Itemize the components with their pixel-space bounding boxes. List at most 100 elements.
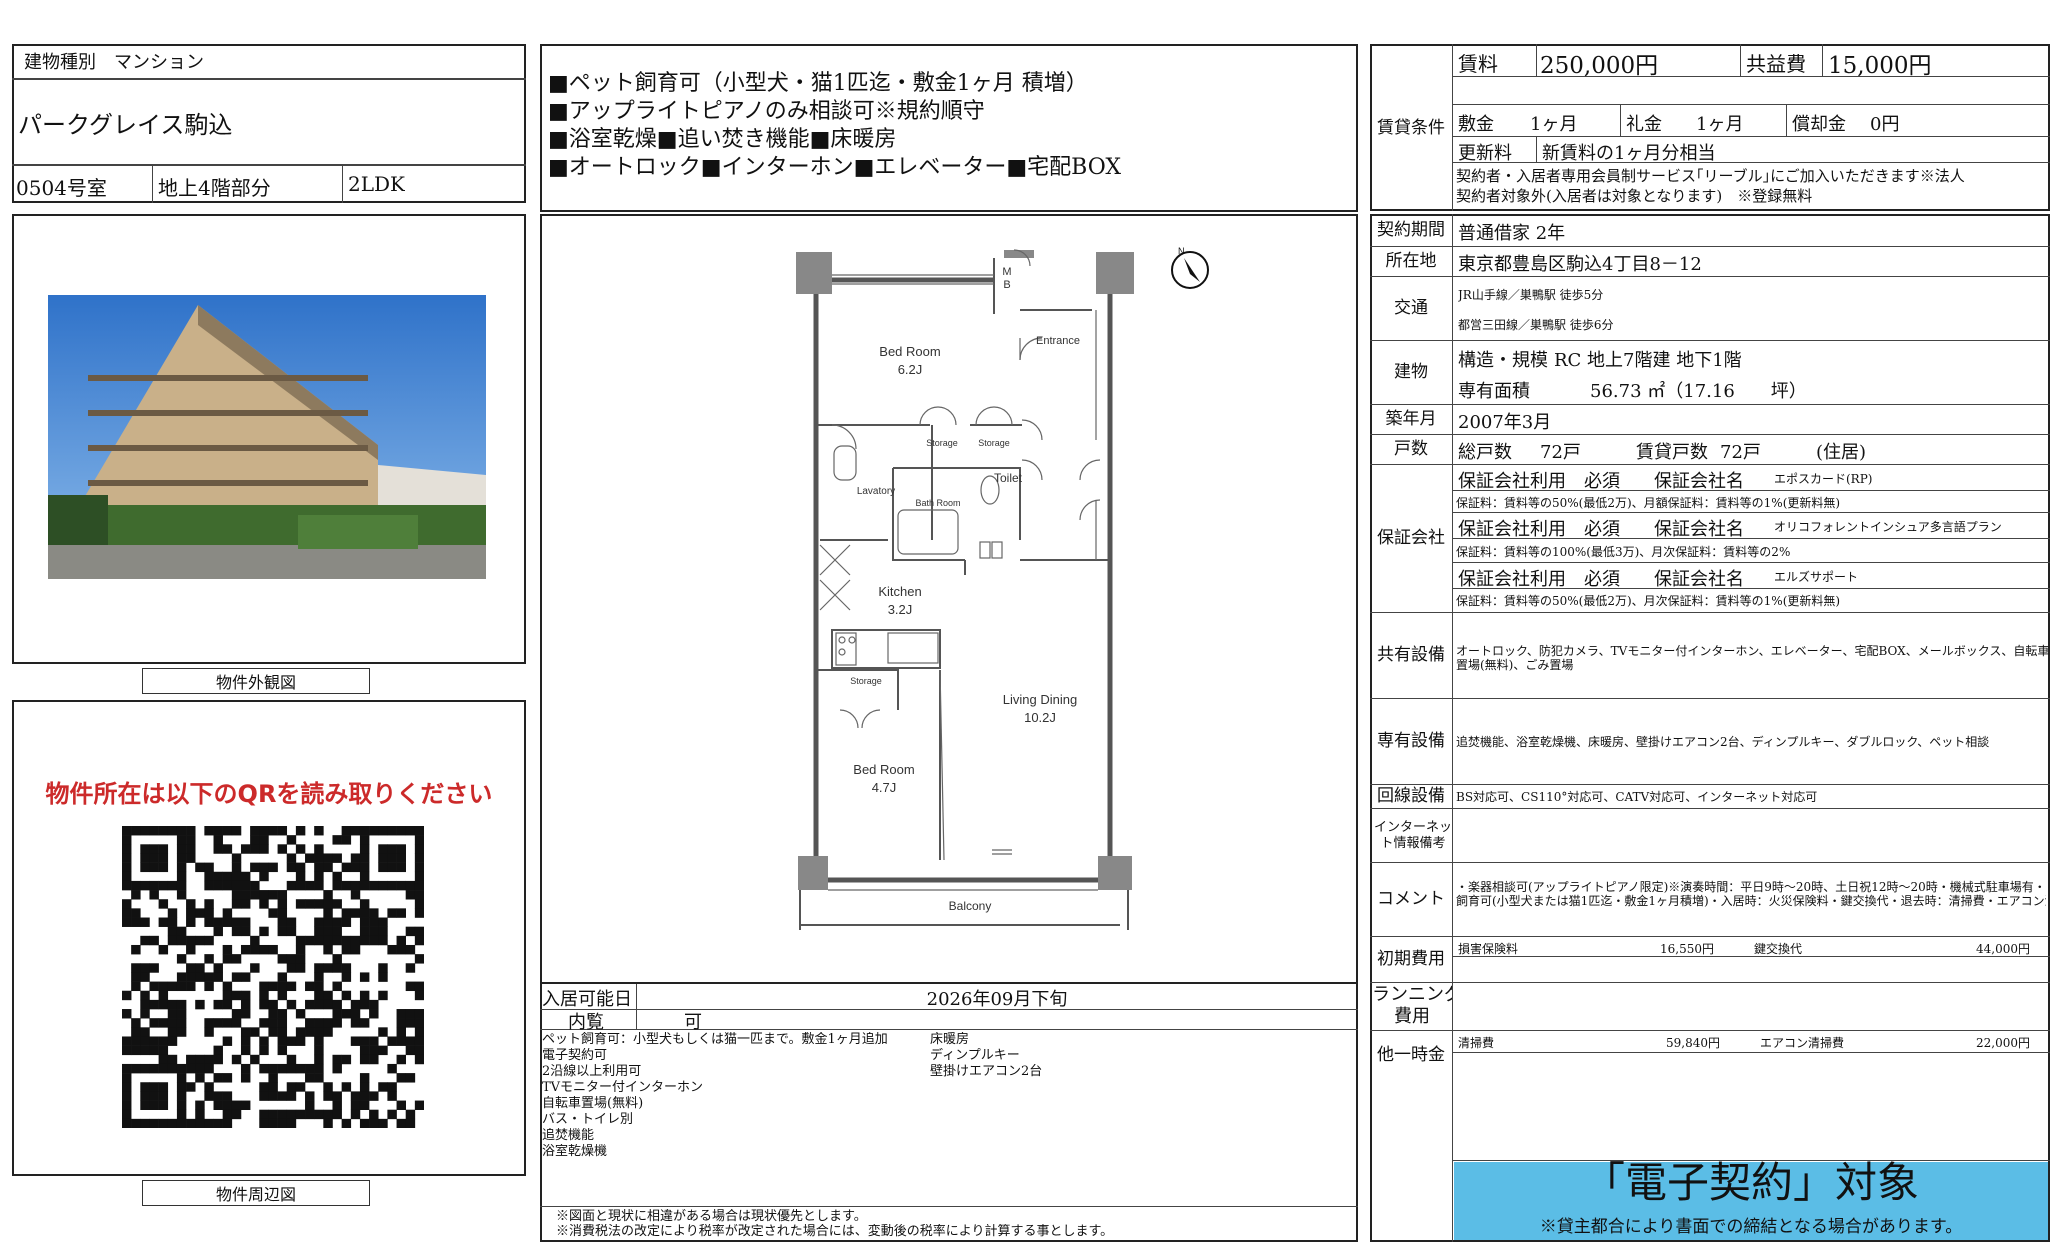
disclaimer-2: ※消費税法の改定により税率が改定された場合には、変動後の税率により計算する事とし… <box>556 1224 1114 1239</box>
initial-cost-label: 初期費用 <box>1377 949 1445 969</box>
property-name: パークグレイス駒込 <box>18 111 233 139</box>
room-label-kitchen: Kitchen <box>878 584 921 599</box>
room-size-ld: 10.2J <box>1024 710 1056 725</box>
notes-left: ペット飼育可：小型犬もしくは猫一匹まで。敷金1ヶ月追加 電子契約可 2沿線以上利… <box>542 1032 888 1160</box>
area-label: 専有面積 <box>1458 381 1530 402</box>
feature-line: ■アップライトピアノのみ相談可※規約順守 <box>548 99 985 124</box>
e-contract-title: 「電子契約」対象 <box>1582 1158 1919 1207</box>
built-value: 2007年3月 <box>1458 412 1552 433</box>
area-value: 56.73 ㎡（17.16 坪） <box>1590 381 1807 402</box>
note-item: TVモニター付インターホン <box>542 1080 704 1095</box>
exterior-caption: 物件外観図 <box>142 668 370 694</box>
qr-code[interactable] <box>122 826 425 1129</box>
rent-value: 250,000円 <box>1540 53 1659 79</box>
guarantee-fee-2: 保証料：賃料等の100%(最低3万)、月次保証料：賃料等の2% <box>1456 545 1791 559</box>
comment-line-2: 飼育可(小型犬または猫1匹迄・敷金1ヶ月積増)・入居時：火災保険料・鍵交換代・退… <box>1456 894 2046 908</box>
comment-label: コメント <box>1377 889 1445 909</box>
total-units-value: 72戸 <box>1540 442 1581 463</box>
other-value-2: 22,000円 <box>1976 1036 2030 1050</box>
exterior-photo <box>48 295 486 579</box>
floorplan: Bed Room 6.2J M B Entrance Storage Stora… <box>780 240 1160 960</box>
disclaimer-1: ※図面と現状に相違がある場合は現状優先とします。 <box>556 1209 867 1224</box>
note-item: ペット飼育可：小型犬もしくは猫一匹まで。敷金1ヶ月追加 <box>542 1032 888 1047</box>
deposit-label: 敷金 <box>1458 114 1494 135</box>
note-item: 自転車置場(無料) <box>542 1096 644 1111</box>
transport-label: 交通 <box>1394 298 1428 318</box>
guarantee-fee-3: 保証料：賃料等の50%(最低2万)、月次保証料：賃料等の1%(更新料無) <box>1456 594 1841 608</box>
common-fee-label: 共益費 <box>1746 52 1806 76</box>
guarantee-required: 必須 <box>1584 569 1620 590</box>
shared-facilities-2: 置場(無料)、ごみ置場 <box>1456 658 1574 672</box>
guarantee-company-1: エポスカード(RP) <box>1774 472 1873 486</box>
guarantee-name-label: 保証会社名 <box>1654 569 1744 590</box>
rent-label: 賃料 <box>1458 52 1498 76</box>
address-value: 東京都豊島区駒込4丁目8－12 <box>1458 254 1702 275</box>
units-kind: (住居) <box>1816 442 1867 463</box>
room-label-bed2: Bed Room <box>853 762 914 777</box>
room-label-lavatory: Lavatory <box>857 486 895 497</box>
room-size-bed2: 4.7J <box>872 780 897 795</box>
note-item: ディンプルキー <box>930 1048 1020 1063</box>
shared-facilities-label: 共有設備 <box>1377 645 1445 665</box>
guarantee-required: 必須 <box>1584 471 1620 492</box>
viewing-value: 可 <box>684 1012 702 1033</box>
deposit-value: 1ヶ月 <box>1530 114 1578 135</box>
renewal-label: 更新料 <box>1458 143 1512 164</box>
key-money-label: 礼金 <box>1626 114 1662 135</box>
rental-note-2: 契約者対象外(入居者は対象となります) ※登録無料 <box>1456 187 1813 205</box>
feature-line: ■オートロック■インターホン■エレベーター■宅配BOX <box>548 155 1122 180</box>
private-facilities-value: 追焚機能、浴室乾燥機、床暖房、壁掛けエアコン2台、ディンプルキー、ダブルロック、… <box>1456 735 1990 749</box>
guarantee-use-label: 保証会社利用 <box>1458 471 1566 492</box>
guarantee-company-3: エルズサポート <box>1774 570 1859 584</box>
room-label-toilet: Toilet <box>994 471 1023 485</box>
mb-label2: B <box>1003 279 1010 291</box>
note-item: 浴室乾燥機 <box>542 1144 608 1159</box>
units-label: 戸数 <box>1394 439 1428 459</box>
rental-units-label: 賃貸戸数 <box>1636 442 1708 463</box>
mb-label: M <box>1002 266 1011 278</box>
room-label-ld: Living Dining <box>1003 692 1077 707</box>
other-value-1: 59,840円 <box>1666 1036 1720 1050</box>
rental-section-label: 賃貸条件 <box>1377 117 1445 138</box>
guarantee-label: 保証会社 <box>1377 528 1445 548</box>
room-label-storage2: Storage <box>978 438 1010 448</box>
room-label-entrance: Entrance <box>1036 335 1080 347</box>
other-fees-label: 他一時金 <box>1377 1045 1445 1065</box>
initial-item-2: 鍵交換代 <box>1754 942 1803 956</box>
initial-value-1: 16,550円 <box>1660 942 1714 956</box>
guarantee-fee-1: 保証料：賃料等の50%(最低2万)、月額保証料：賃料等の1%(更新料無) <box>1456 496 1841 510</box>
note-item: 壁掛けエアコン2台 <box>930 1064 1043 1079</box>
note-item: 追焚機能 <box>542 1128 595 1143</box>
guarantee-name-label: 保証会社名 <box>1654 519 1744 540</box>
guarantee-use-label: 保証会社利用 <box>1458 519 1566 540</box>
guarantee-name-label: 保証会社名 <box>1654 471 1744 492</box>
internet-label: インターネッ ト情報備考 <box>1374 820 1452 851</box>
other-item-1: 清掃費 <box>1458 1036 1495 1050</box>
structure-value: RC 地上7階建 地下1階 <box>1554 350 1742 371</box>
running-cost-label: ランニング費用 <box>1372 984 1452 1027</box>
map-caption: 物件周辺図 <box>142 1180 370 1206</box>
amortization-label: 償却金 <box>1792 114 1846 135</box>
room-label-storage3: Storage <box>850 676 882 686</box>
viewing-label: 内覧 <box>568 1012 604 1033</box>
transport-line-1: JR山手線／巣鴨駅 徒歩5分 <box>1458 288 1604 302</box>
contract-label: 契約期間 <box>1377 220 1445 240</box>
note-item: 床暖房 <box>930 1032 970 1047</box>
feature-line: ■ペット飼育可（小型犬・猫1匹迄・敷金1ヶ月 積増） <box>548 71 1088 96</box>
key-money-value: 1ヶ月 <box>1696 114 1744 135</box>
note-item: 2沿線以上利用可 <box>542 1064 642 1079</box>
layout-type: 2LDK <box>348 172 405 196</box>
qr-heading: 物件所在は以下のQRを読み取りください <box>45 780 493 808</box>
floor-info: 地上4階部分 <box>158 176 271 200</box>
guarantee-company-2: オリコフォレントインシュア多言語プラン <box>1774 520 2002 534</box>
amortization-value: 0円 <box>1870 114 1900 135</box>
common-fee-value: 15,000円 <box>1828 53 1932 79</box>
room-size-kitchen: 3.2J <box>888 602 913 617</box>
line-facilities-label: 回線設備 <box>1377 786 1445 806</box>
guarantee-required: 必須 <box>1584 519 1620 540</box>
initial-item-1: 損害保険料 <box>1458 942 1519 956</box>
note-item: 電子契約可 <box>542 1048 608 1063</box>
movein-value: 2026年09月下旬 <box>926 989 1068 1010</box>
guarantee-use-label: 保証会社利用 <box>1458 569 1566 590</box>
contract-value: 普通借家 2年 <box>1458 223 1566 244</box>
